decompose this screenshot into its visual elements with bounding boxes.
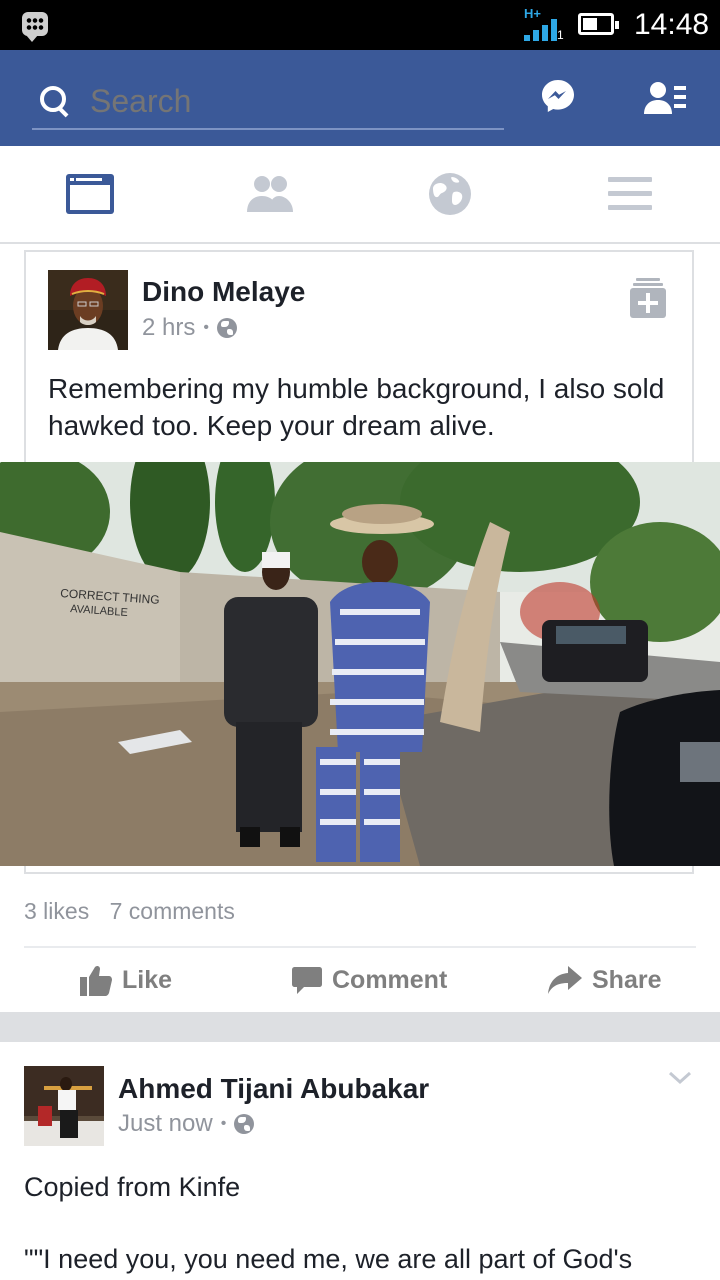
globe-privacy-icon [216, 318, 237, 338]
post-meta: Just now • [118, 1110, 255, 1138]
meta-separator: • [203, 319, 209, 336]
comment-icon [292, 967, 322, 994]
comment-label: Comment [332, 965, 448, 994]
post-text-continued: ""I need you, you need me, we are all pa… [24, 1244, 633, 1274]
search-icon [40, 86, 70, 116]
share-button[interactable]: Share [548, 962, 661, 998]
comments-count[interactable]: 7 comments [110, 898, 235, 924]
like-button[interactable]: Like [80, 962, 172, 998]
post-stats: 3 likes 7 comments [24, 898, 249, 925]
globe-icon [429, 173, 471, 215]
menu-icon [608, 177, 652, 210]
like-label: Like [122, 965, 173, 994]
status-bar: H+ 1 14:48 [0, 0, 720, 50]
battery-icon [578, 13, 619, 35]
tab-friends[interactable] [180, 146, 360, 242]
tab-bar [0, 146, 720, 244]
post-photo[interactable]: CORRECT THING AVAILABLE [0, 462, 720, 866]
globe-privacy-icon [234, 1114, 255, 1134]
search-input[interactable] [88, 81, 492, 121]
tab-notifications[interactable] [360, 146, 540, 242]
post-text: Remembering my humble background, I also… [48, 373, 665, 441]
post-meta: 2 hrs • [142, 314, 237, 342]
likes-count[interactable]: 3 likes [24, 898, 89, 924]
post-actions: Like Comment Share [0, 950, 720, 1010]
avatar[interactable] [48, 270, 128, 350]
like-icon [80, 965, 112, 996]
clock: 14:48 [634, 8, 710, 41]
signal-icon: H+ 1 [524, 6, 564, 42]
meta-separator: • [220, 1115, 227, 1132]
top-bar [0, 50, 720, 146]
post-author[interactable]: Ahmed Tijani Abubakar [118, 1073, 429, 1105]
feed-separator [0, 1012, 720, 1042]
post-timestamp[interactable]: 2 hrs [142, 314, 195, 342]
search-box[interactable] [32, 74, 504, 130]
save-post-icon[interactable] [630, 278, 666, 318]
friends-icon [247, 176, 293, 212]
share-label: Share [592, 965, 662, 994]
comment-button[interactable]: Comment [292, 962, 447, 998]
friend-requests-icon[interactable] [644, 80, 688, 116]
chevron-down-icon[interactable] [668, 1066, 692, 1090]
messenger-icon[interactable] [540, 78, 576, 114]
bbm-notification-icon [22, 12, 48, 42]
share-icon [548, 966, 582, 994]
post-author[interactable]: Dino Melaye [142, 276, 305, 308]
tab-news-feed[interactable] [0, 146, 180, 242]
post-timestamp[interactable]: Just now [118, 1110, 213, 1138]
tab-menu[interactable] [540, 146, 720, 242]
post-text: Copied from Kinfe [24, 1172, 241, 1202]
news-feed-icon [66, 174, 114, 214]
divider [24, 946, 696, 948]
avatar[interactable] [24, 1066, 104, 1146]
